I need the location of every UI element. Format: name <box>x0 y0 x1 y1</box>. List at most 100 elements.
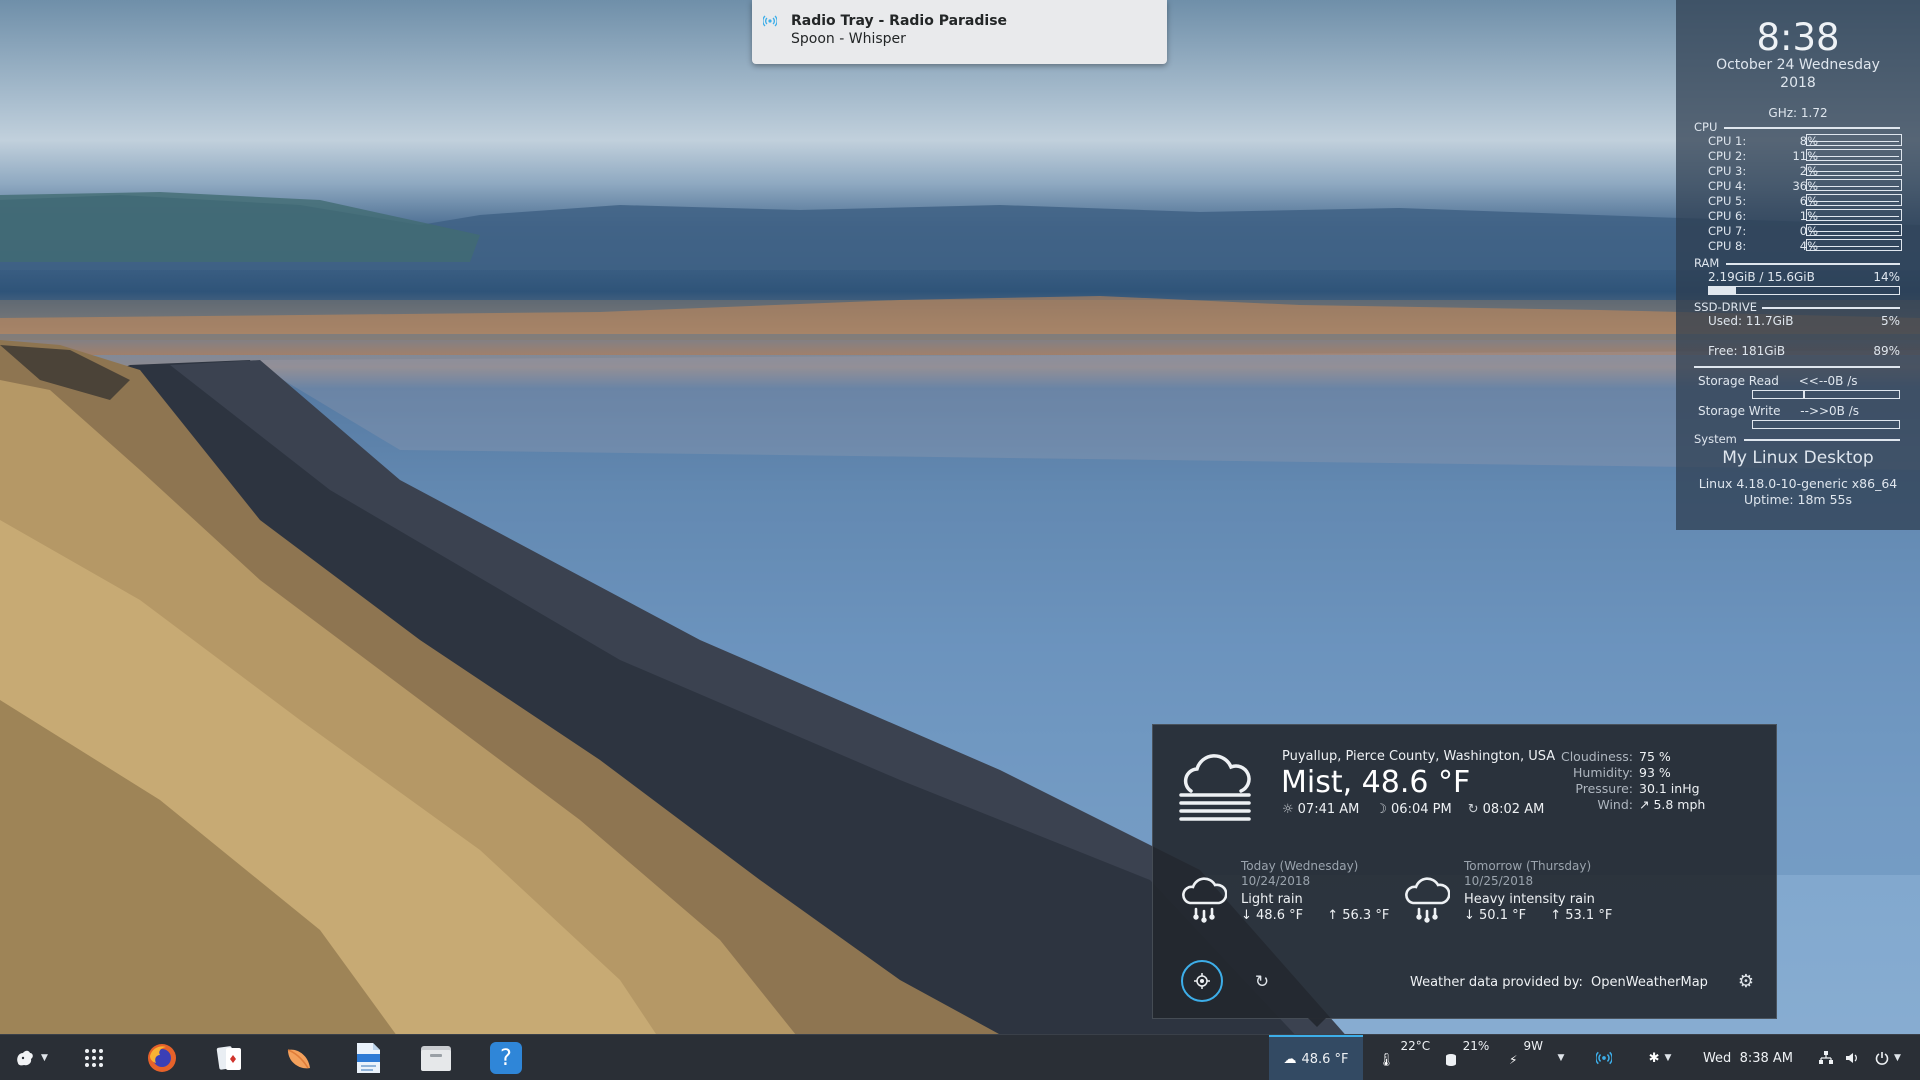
sunrise: ☼ 07:41 AM <box>1282 802 1359 817</box>
ram-section-label: RAM <box>1694 256 1720 270</box>
ram-usage-percent: 14% <box>1873 270 1900 284</box>
storage-write-value: -->>0B /s <box>1800 404 1860 418</box>
forecast-high: ↑ 56.3 °F <box>1327 908 1390 923</box>
system-divider <box>1744 439 1900 441</box>
weather-location: Puyallup, Pierce County, Washington, USA <box>1282 749 1556 764</box>
disk-usage-indicator[interactable]: 21% <box>1442 1035 1492 1080</box>
weather-details: Cloudiness: 75 % Humidity: 93 % Pressure: 30.… <box>1553 749 1705 813</box>
tray-expand-button[interactable]: ▼ <box>1553 1035 1569 1080</box>
system-section-label: System <box>1694 432 1737 446</box>
peach-app-icon <box>287 1049 310 1069</box>
forecast-temps: ↓ 48.6 °F ↑ 56.3 °F <box>1241 908 1389 923</box>
locate-button[interactable] <box>1181 960 1223 1002</box>
file-manager-icon <box>421 1046 451 1071</box>
chevron-down-icon: ▼ <box>41 1053 48 1063</box>
power-icon <box>1875 1052 1889 1065</box>
sunset-time: 06:04 PM <box>1391 802 1452 817</box>
widget-date: October 24 Wednesday 2018 <box>1676 56 1920 92</box>
weather-settings-button[interactable]: ⚙ <box>1735 971 1757 993</box>
provider-label: Weather data provided by: <box>1410 975 1583 990</box>
document-editor-icon <box>357 1043 380 1073</box>
ram-bar-fill <box>1709 287 1736 294</box>
cpu-graph <box>1806 194 1902 206</box>
kernel-version: Linux 4.18.0-10-generic x86_64 <box>1698 476 1898 491</box>
weather-detail-value: ↗ 5.8 mph <box>1639 797 1706 812</box>
weather-detail-value: 75 % <box>1639 749 1671 764</box>
weather-detail-key: Cloudiness: <box>1560 749 1633 764</box>
weather-detail-key: Wind: <box>1597 797 1633 812</box>
weather-detail-key: Humidity: <box>1573 765 1633 780</box>
storage-read-label: Storage Read <box>1698 374 1779 388</box>
cpu-graph <box>1806 224 1902 236</box>
forecast-description: Heavy intensity rain <box>1464 892 1595 907</box>
locate-icon <box>1194 973 1210 989</box>
file-manager-launcher[interactable] <box>418 1035 454 1080</box>
refresh-small-icon: ↻ <box>1467 802 1479 817</box>
sunset: ☽ 06:04 PM <box>1375 802 1451 817</box>
forecast-date: 10/24/2018 <box>1241 874 1311 888</box>
document-editor-launcher[interactable] <box>350 1035 386 1080</box>
chevron-down-icon: ▼ <box>1894 1053 1901 1063</box>
ssd-used: Used: 11.7GiB 5% <box>1708 314 1900 328</box>
ram-bar <box>1708 286 1900 295</box>
ram-usage: 2.19GiB / 15.6GiB 14% <box>1708 270 1900 284</box>
ssd-used-percent: 5% <box>1880 314 1900 328</box>
refresh-icon: ↻ <box>1254 972 1270 992</box>
uptime: Uptime: 18m 55s <box>1744 492 1852 507</box>
widget-date-text: October 24 Wednesday <box>1716 57 1880 73</box>
firefox-icon <box>148 1044 176 1072</box>
speaker-icon <box>1846 1053 1857 1063</box>
forecast-date: 10/25/2018 <box>1464 874 1534 888</box>
system-monitor-widget: 8:38 October 24 Wednesday 2018 GHz: 1.72… <box>1676 0 1920 530</box>
weather-tray-button[interactable]: ☁ 48.6 °F <box>1269 1035 1363 1080</box>
storage-read-value: <<--0B /s <box>1798 374 1858 388</box>
weather-condition: Mist, 48.6 °F <box>1281 765 1471 800</box>
forecast-day-label: Today (Wednesday) 10/24/2018 <box>1241 859 1358 889</box>
network-icon <box>1819 1051 1833 1064</box>
refresh-button[interactable]: ↻ <box>1251 971 1273 993</box>
forecast-day: Tomorrow (Thursday) <box>1464 859 1592 873</box>
sunrise-icon: ☼ <box>1282 802 1294 817</box>
weather-popup: Puyallup, Pierce County, Washington, USA… <box>1152 724 1777 1019</box>
app-grid-button[interactable] <box>78 1035 110 1080</box>
last-updated-time: 08:02 AM <box>1482 802 1545 817</box>
help-launcher[interactable]: ? <box>488 1035 524 1080</box>
cpu-label: CPU 3: <box>1708 164 1747 178</box>
power-menu-button[interactable]: ▼ <box>1866 1035 1910 1080</box>
cpu-graph <box>1806 209 1902 221</box>
application-launcher[interactable]: ▼ <box>8 1035 54 1080</box>
sunset-icon: ☽ <box>1375 802 1388 817</box>
notification-title: Radio Tray - Radio Paradise <box>791 13 1008 29</box>
taskbar: ▼ ? ☁ 48.6 °F 🌡 22°C 21% ⚡ 9W ▼ ✱ ▼ Wed … <box>0 1034 1920 1080</box>
cpu-graph <box>1806 134 1902 146</box>
taskbar-clock[interactable]: Wed 8:38 AM <box>1700 1035 1796 1080</box>
cpu-temp-indicator[interactable]: 🌡 22°C <box>1378 1035 1430 1080</box>
hostname: My Linux Desktop <box>1722 448 1874 468</box>
power-indicator[interactable]: ⚡ 9W <box>1504 1035 1548 1080</box>
weather-detail-row: Pressure: 30.1 inHg <box>1553 781 1705 797</box>
forecast-low: ↓ 48.6 °F <box>1241 908 1304 923</box>
radio-tray-button[interactable] <box>1592 1035 1616 1080</box>
cards-game-icon <box>216 1046 241 1070</box>
storage-write-label: Storage Write <box>1698 404 1781 418</box>
cpu-label: CPU 8: <box>1708 239 1747 253</box>
volume-button[interactable] <box>1840 1035 1864 1080</box>
weather-tray-temp: 48.6 °F <box>1301 1051 1349 1067</box>
provider-link[interactable]: OpenWeatherMap <box>1591 975 1708 990</box>
weather-detail-row: Wind: ↗ 5.8 mph <box>1553 797 1705 813</box>
database-icon <box>1445 1054 1456 1066</box>
accessibility-button[interactable]: ✱ ▼ <box>1640 1035 1680 1080</box>
forecast-low: ↓ 50.1 °F <box>1464 908 1527 923</box>
cpu-graph <box>1806 179 1902 191</box>
peach-app-launcher[interactable] <box>280 1035 316 1080</box>
cpu-label: CPU 4: <box>1708 179 1747 193</box>
cards-game-launcher[interactable] <box>212 1035 248 1080</box>
gear-icon: ⚙ <box>1737 971 1755 992</box>
network-button[interactable] <box>1814 1035 1838 1080</box>
chevron-down-icon: ▼ <box>1664 1053 1672 1063</box>
cpu-frequency: GHz: 1.72 <box>1768 106 1828 120</box>
firefox-launcher[interactable] <box>144 1035 180 1080</box>
notification-popup[interactable]: Radio Tray - Radio Paradise Spoon - Whis… <box>752 0 1167 64</box>
ram-usage-text: 2.19GiB / 15.6GiB <box>1708 270 1815 284</box>
mist-cloud-icon <box>1177 747 1253 823</box>
